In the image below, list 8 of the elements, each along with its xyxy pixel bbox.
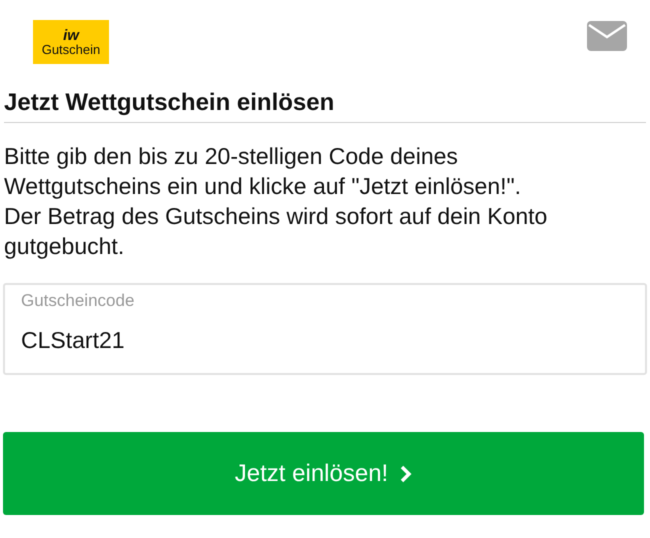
- mail-icon[interactable]: [587, 21, 627, 51]
- logo: iw Gutschein: [33, 20, 109, 64]
- instructions-text: Bitte gib den bis zu 20-stelligen Code deines Wettgutscheins ein und klicke auf "Jetzt einlösen!". Der Betrag des Gutscheins wird sofort auf dein Konto gutgebucht.: [4, 142, 548, 261]
- code-input[interactable]: CLStart21: [21, 323, 629, 358]
- chevron-right-icon: [400, 464, 412, 482]
- page-title: Jetzt Wettgutschein einlösen: [4, 88, 336, 118]
- code-field[interactable]: Gutscheincode CLStart21: [3, 283, 647, 375]
- field-label: Gutscheincode: [21, 290, 136, 312]
